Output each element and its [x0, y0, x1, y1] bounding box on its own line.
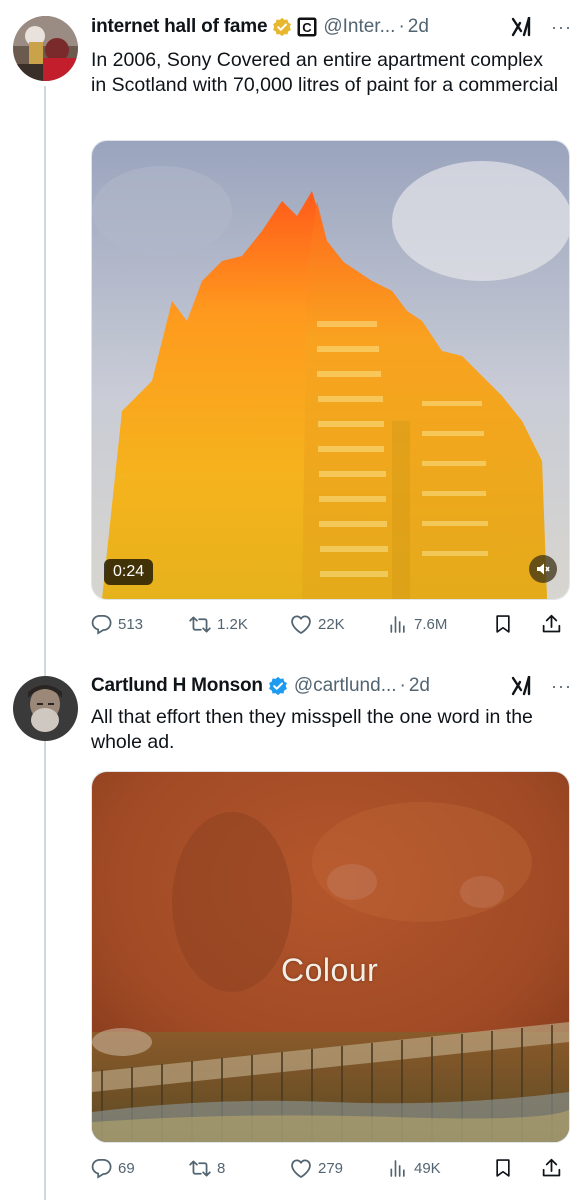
reply-icon	[91, 1158, 112, 1179]
handle[interactable]: @Inter...	[323, 16, 395, 38]
tweet-actions: 513 1.2K 22K 7.6M	[91, 610, 569, 638]
handle[interactable]: @cartlund...	[294, 675, 397, 697]
views-button[interactable]: 7.6M	[388, 614, 493, 635]
separator-dot: ·	[398, 16, 405, 37]
affiliate-c-badge-icon: C	[297, 17, 317, 37]
share-button[interactable]	[541, 613, 568, 635]
separator-dot: ·	[399, 675, 406, 696]
reply-icon	[91, 614, 112, 635]
grok-icon[interactable]	[511, 676, 533, 696]
timestamp[interactable]: 2d	[409, 675, 430, 697]
avatar[interactable]	[13, 676, 78, 741]
video-frame-image	[92, 141, 569, 599]
share-icon	[542, 614, 561, 633]
repost-button[interactable]: 8	[189, 1158, 290, 1179]
tweet-video[interactable]: Colour	[91, 771, 570, 1143]
views-button[interactable]: 49K	[388, 1158, 493, 1179]
verified-gold-badge-icon	[272, 17, 292, 37]
like-button[interactable]: 279	[290, 1158, 388, 1179]
view-count: 7.6M	[414, 615, 448, 633]
grok-icon[interactable]	[511, 17, 533, 37]
tweet-text: In 2006, Sony Covered an entire apartmen…	[91, 49, 559, 96]
repost-icon	[189, 616, 211, 632]
repost-icon	[189, 1160, 211, 1176]
reply-button[interactable]: 69	[91, 1158, 189, 1179]
avatar[interactable]	[13, 16, 78, 81]
repost-button[interactable]: 1.2K	[189, 614, 290, 635]
view-count: 49K	[414, 1159, 441, 1177]
like-icon	[291, 614, 311, 634]
display-name[interactable]: Cartlund H Monson	[91, 675, 263, 697]
timestamp[interactable]: 2d	[408, 16, 429, 38]
bookmark-icon	[496, 1159, 510, 1177]
tweet-text: All that effort then they misspell the o…	[91, 706, 533, 753]
more-options-button[interactable]: ···	[551, 676, 572, 697]
like-count: 279	[318, 1159, 344, 1177]
tweet-video[interactable]: 0:24	[91, 140, 570, 600]
video-caption: Colour	[281, 952, 379, 988]
tweet-actions: 69 8 279 49K	[91, 1154, 569, 1182]
reply-count: 69	[118, 1159, 135, 1177]
reply-count: 513	[118, 615, 144, 633]
views-icon	[390, 1159, 405, 1177]
display-name[interactable]: internet hall of fame	[91, 16, 268, 38]
repost-count: 1.2K	[217, 615, 248, 633]
mute-icon[interactable]	[529, 555, 557, 583]
share-button[interactable]	[541, 1157, 568, 1179]
tweet-header: internet hall of fame C @Inter... · 2d ·…	[91, 13, 572, 41]
like-icon	[291, 1158, 311, 1178]
bookmark-icon	[496, 615, 510, 633]
more-options-button[interactable]: ···	[551, 17, 572, 38]
like-button[interactable]: 22K	[290, 614, 388, 635]
verified-blue-badge-icon	[268, 676, 288, 696]
bookmark-button[interactable]	[493, 613, 541, 635]
share-icon	[542, 1158, 561, 1177]
views-icon	[390, 615, 405, 633]
thread-connector-line	[44, 86, 46, 1200]
tweet-header: Cartlund H Monson @cartlund... · 2d ···	[91, 672, 572, 700]
reply-button[interactable]: 513	[91, 614, 189, 635]
bookmark-button[interactable]	[493, 1157, 541, 1179]
repost-count: 8	[217, 1159, 226, 1177]
video-duration-badge: 0:24	[104, 559, 154, 585]
svg-text:C: C	[303, 20, 313, 35]
like-count: 22K	[318, 615, 345, 633]
